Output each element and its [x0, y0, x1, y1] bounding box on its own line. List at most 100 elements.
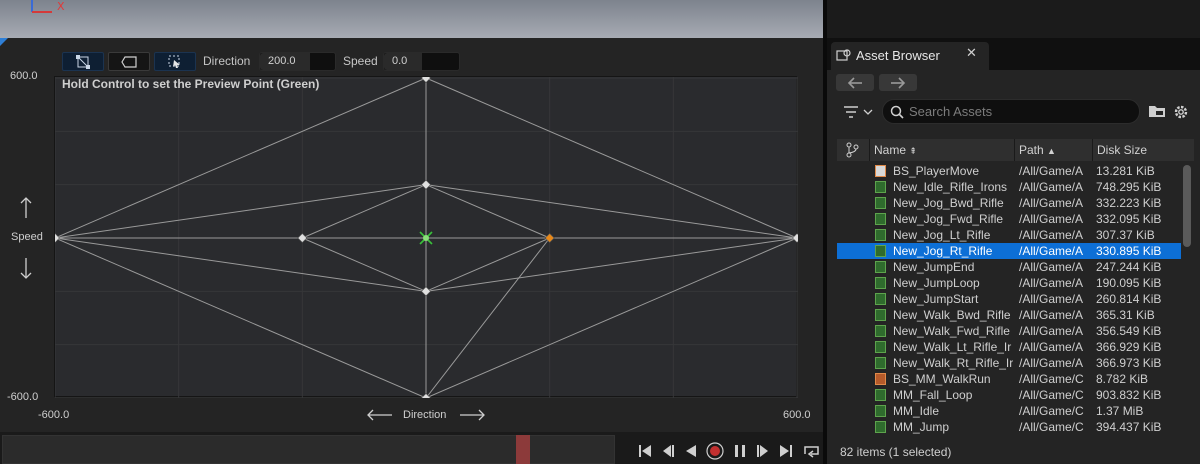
viewport-preview[interactable]: X [0, 0, 823, 38]
sample-point[interactable] [50, 233, 60, 243]
asset-name: New_JumpStart [893, 292, 979, 306]
asset-size: 307.37 KiB [1096, 228, 1155, 242]
asset-path: /All/Game/A [1019, 260, 1084, 274]
back-button[interactable] [836, 74, 874, 91]
folder-icon[interactable] [1148, 103, 1166, 119]
asset-row[interactable]: New_Jog_Lt_Rifle/All/Game/A 307.37 KiB [837, 227, 1181, 243]
asset-name: New_JumpLoop [893, 276, 980, 290]
asset-path: /All/Game/A [1019, 244, 1084, 258]
triangulation-edge [54, 184, 427, 239]
triangulation-edge [425, 184, 798, 239]
asset-size: 1.37 MiB [1096, 404, 1144, 418]
step-forward-button[interactable] [754, 442, 772, 460]
asset-path: /All/Game/A [1019, 356, 1084, 370]
skip-to-end-button[interactable] [777, 442, 795, 460]
asset-name: New_Jog_Lt_Rifle [893, 228, 991, 242]
filter-dropdown[interactable] [842, 104, 876, 120]
triangulation-edge [425, 237, 798, 399]
sort-icon: ⇞ [909, 146, 917, 156]
asset-size: 190.095 KiB [1096, 276, 1162, 290]
asset-row[interactable]: New_Walk_Lt_Rifle_Ir/All/Game/A 366.929 K… [837, 339, 1181, 355]
asset-row[interactable]: New_Walk_Rt_Rifle_Ir/All/Game/A 366.973 K… [837, 355, 1181, 371]
asset-size: 13.281 KiB [1096, 164, 1155, 178]
asset-row[interactable]: New_Jog_Fwd_Rifle/All/Game/A 332.095 KiB [837, 211, 1181, 227]
asset-size: 330.895 KiB [1096, 244, 1162, 258]
direction-value-field[interactable]: 200.0 [259, 52, 336, 71]
animation-sequence-icon [875, 213, 886, 225]
asset-list-scrollbar[interactable] [1183, 165, 1191, 247]
settings-gear-icon[interactable] [1172, 103, 1190, 121]
speed-value-text: 0.0 [392, 55, 408, 67]
asset-row[interactable]: New_Idle_Rifle_Irons/All/Game/A 748.295 K… [837, 179, 1181, 195]
asset-size: 366.973 KiB [1096, 356, 1162, 370]
sample-point-selected[interactable] [544, 233, 555, 243]
status-text: 82 items (1 selected) [840, 445, 952, 459]
blend-space-icon [875, 165, 886, 177]
triangulation-edge [425, 237, 550, 292]
asset-path: /All/Game/C [1019, 404, 1084, 418]
asset-size: 260.814 KiB [1096, 292, 1162, 306]
asset-path: /All/Game/A [1019, 292, 1084, 306]
search-box[interactable] [882, 99, 1140, 124]
x-max-label: 600.0 [783, 409, 811, 421]
sample-point[interactable] [421, 179, 431, 190]
asset-row[interactable]: New_Jog_Rt_Rifle/All/Game/A 330.895 KiB [837, 243, 1181, 259]
pause-button[interactable] [731, 442, 749, 460]
asset-name: New_Walk_Fwd_Rifle [893, 324, 1010, 338]
label-toggle-button[interactable] [108, 52, 150, 71]
speed-value-field[interactable]: 0.0 [383, 52, 460, 71]
asset-list[interactable]: BS_PlayerMove/All/Game/A 13.281 KiB New_Id… [837, 163, 1181, 435]
asset-row[interactable]: New_Walk_Bwd_Rifle/All/Game/A 365.31 KiB [837, 307, 1181, 323]
asset-size: 332.095 KiB [1096, 212, 1162, 226]
close-tab-icon[interactable]: ✕ [966, 46, 977, 61]
asset-row[interactable]: New_JumpLoop/All/Game/A 190.095 KiB [837, 275, 1181, 291]
branch-icon [846, 142, 859, 158]
asset-name: New_Jog_Bwd_Rifle [893, 196, 1004, 210]
sample-point[interactable] [421, 73, 431, 83]
sample-point[interactable] [421, 286, 431, 297]
axis-x-label: X [57, 0, 65, 13]
arrow-right-icon [460, 409, 485, 421]
asset-row[interactable]: BS_PlayerMove/All/Game/A 13.281 KiB [837, 163, 1181, 179]
asset-path: /All/Game/A [1019, 324, 1084, 338]
asset-browser-icon [836, 49, 851, 61]
triangulation-toggle-button[interactable] [62, 52, 104, 71]
asset-row[interactable]: New_JumpEnd/All/Game/A 247.244 KiB [837, 259, 1181, 275]
column-header-disk-size[interactable]: Disk Size [1092, 139, 1194, 161]
skip-end-icon [780, 445, 792, 457]
loop-button[interactable] [801, 442, 821, 460]
asset-row[interactable]: MM_Jump/All/Game/C 394.437 KiB [837, 419, 1181, 435]
asset-size: 366.929 KiB [1096, 340, 1162, 354]
step-back-icon [663, 445, 674, 457]
source-control-column[interactable] [837, 139, 867, 161]
blend-space-graph[interactable] [50, 73, 802, 403]
tag-icon [121, 55, 137, 68]
column-header-path[interactable]: Path ▲ [1014, 139, 1092, 161]
search-input[interactable] [909, 103, 1129, 120]
record-button[interactable] [706, 442, 724, 460]
step-back-button[interactable] [659, 442, 677, 460]
play-reverse-button[interactable] [682, 442, 700, 460]
playhead-marker[interactable] [516, 435, 530, 464]
blend-space-grid[interactable] [50, 73, 802, 403]
asset-row[interactable]: MM_Idle/All/Game/C 1.37 MiB [837, 403, 1181, 419]
asset-row[interactable]: New_Walk_Fwd_Rifle/All/Game/A 356.549 KiB [837, 323, 1181, 339]
arrow-forward-icon [891, 76, 906, 89]
skip-start-icon [639, 445, 651, 457]
forward-button[interactable] [879, 74, 917, 91]
triangulation-edge [54, 77, 427, 239]
sample-point[interactable] [297, 233, 308, 243]
asset-row[interactable]: New_JumpStart/All/Game/A 260.814 KiB [837, 291, 1181, 307]
x-min-label: -600.0 [38, 409, 70, 421]
triangulation-edge [425, 184, 550, 239]
animation-sequence-icon [875, 181, 886, 193]
asset-row[interactable]: MM_Fall_Loop/All/Game/C 903.832 KiB [837, 387, 1181, 403]
asset-row[interactable]: New_Jog_Bwd_Rifle/All/Game/A 332.223 KiB [837, 195, 1181, 211]
asset-row[interactable]: BS_MM_WalkRun/All/Game/C 8.782 KiB [837, 371, 1181, 387]
triangulation-edge [425, 77, 798, 239]
sample-point[interactable] [792, 233, 802, 243]
y-min-label: -600.0 [7, 391, 39, 403]
snap-toggle-button[interactable] [154, 52, 196, 71]
column-header-name[interactable]: Name ⇞ [869, 139, 1014, 161]
skip-to-start-button[interactable] [636, 442, 654, 460]
